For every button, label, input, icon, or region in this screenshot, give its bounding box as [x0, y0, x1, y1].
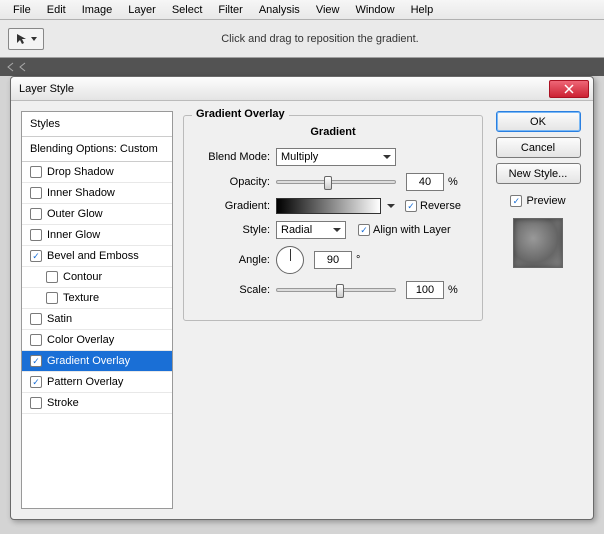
style-item-gradient-overlay[interactable]: ✓ Gradient Overlay — [22, 351, 172, 372]
style-item-drop-shadow[interactable]: Drop Shadow — [22, 162, 172, 183]
styles-header[interactable]: Styles — [22, 112, 172, 137]
scale-input[interactable]: 100 — [406, 281, 444, 299]
cancel-button[interactable]: Cancel — [496, 137, 581, 158]
document-tabstrip — [0, 58, 604, 76]
align-checkbox[interactable]: ✓Align with Layer — [358, 224, 451, 236]
style-item-label: Bevel and Emboss — [47, 250, 139, 262]
checkbox-icon[interactable]: ✓ — [30, 355, 42, 367]
style-item-contour[interactable]: Contour — [22, 267, 172, 288]
menu-help[interactable]: Help — [404, 2, 441, 18]
gradient-label: Gradient: — [198, 200, 276, 212]
checkbox-icon[interactable] — [30, 208, 42, 220]
style-item-label: Stroke — [47, 397, 79, 409]
style-item-label: Color Overlay — [47, 334, 114, 346]
menu-select[interactable]: Select — [165, 2, 210, 18]
gradient-picker[interactable] — [276, 198, 381, 214]
blend-mode-dropdown[interactable]: Multiply — [276, 148, 396, 166]
style-item-texture[interactable]: Texture — [22, 288, 172, 309]
angle-label: Angle: — [198, 254, 276, 266]
styles-list: Styles Blending Options: Custom Drop Sha… — [21, 111, 173, 509]
style-item-label: Texture — [63, 292, 99, 304]
opacity-slider[interactable] — [276, 180, 396, 184]
menu-image[interactable]: Image — [75, 2, 120, 18]
checkbox-icon[interactable] — [46, 271, 58, 283]
scale-slider[interactable] — [276, 288, 396, 292]
scale-label: Scale: — [198, 284, 276, 296]
checkbox-icon[interactable] — [30, 334, 42, 346]
style-item-label: Pattern Overlay — [47, 376, 123, 388]
checkbox-icon[interactable] — [30, 166, 42, 178]
blend-mode-label: Blend Mode: — [198, 151, 276, 163]
style-item-stroke[interactable]: Stroke — [22, 393, 172, 414]
style-item-inner-glow[interactable]: Inner Glow — [22, 225, 172, 246]
style-item-bevel-and-emboss[interactable]: ✓ Bevel and Emboss — [22, 246, 172, 267]
checkbox-icon[interactable] — [30, 313, 42, 325]
style-label: Style: — [198, 224, 276, 236]
reverse-checkbox[interactable]: ✓Reverse — [405, 200, 461, 212]
style-item-inner-shadow[interactable]: Inner Shadow — [22, 183, 172, 204]
angle-input[interactable]: 90 — [314, 251, 352, 269]
opacity-input[interactable]: 40 — [406, 173, 444, 191]
chevron-down-icon — [31, 36, 37, 42]
menu-file[interactable]: File — [6, 2, 38, 18]
menu-filter[interactable]: Filter — [211, 2, 249, 18]
layer-style-dialog: Layer Style Styles Blending Options: Cus… — [10, 76, 594, 520]
options-hint: Click and drag to reposition the gradien… — [44, 33, 596, 45]
move-tool-button[interactable] — [8, 28, 44, 50]
preview-swatch — [513, 218, 563, 268]
menu-view[interactable]: View — [309, 2, 347, 18]
checkbox-icon[interactable]: ✓ — [30, 250, 42, 262]
close-button[interactable] — [549, 80, 589, 98]
dialog-titlebar[interactable]: Layer Style — [11, 77, 593, 101]
group-title: Gradient Overlay — [192, 108, 289, 120]
angle-unit: ° — [352, 254, 360, 266]
blending-options[interactable]: Blending Options: Custom — [22, 137, 172, 162]
opacity-unit: % — [444, 176, 458, 188]
options-bar: Click and drag to reposition the gradien… — [0, 20, 604, 58]
settings-panel: Gradient Overlay Gradient Blend Mode: Mu… — [183, 111, 483, 509]
style-item-label: Drop Shadow — [47, 166, 114, 178]
checkbox-icon[interactable]: ✓ — [30, 376, 42, 388]
move-tool-icon — [15, 32, 29, 46]
checkbox-icon[interactable] — [30, 397, 42, 409]
style-item-label: Contour — [63, 271, 102, 283]
gradient-overlay-group: Gradient Overlay Gradient Blend Mode: Mu… — [183, 115, 483, 321]
style-item-label: Inner Shadow — [47, 187, 115, 199]
style-item-label: Outer Glow — [47, 208, 103, 220]
tab-scroll-left-icon[interactable] — [6, 62, 16, 72]
close-icon — [564, 84, 574, 94]
menu-layer[interactable]: Layer — [121, 2, 163, 18]
style-item-outer-glow[interactable]: Outer Glow — [22, 204, 172, 225]
menu-analysis[interactable]: Analysis — [252, 2, 307, 18]
angle-dial[interactable] — [276, 246, 304, 274]
opacity-label: Opacity: — [198, 176, 276, 188]
menu-edit[interactable]: Edit — [40, 2, 73, 18]
style-dropdown[interactable]: Radial — [276, 221, 346, 239]
scale-unit: % — [444, 284, 458, 296]
checkbox-icon[interactable] — [46, 292, 58, 304]
style-item-satin[interactable]: Satin — [22, 309, 172, 330]
tab-scroll-left2-icon[interactable] — [18, 62, 28, 72]
dialog-buttons: OK Cancel New Style... ✓Preview — [493, 111, 583, 509]
menu-window[interactable]: Window — [348, 2, 401, 18]
group-subtitle: Gradient — [198, 126, 468, 138]
new-style-button[interactable]: New Style... — [496, 163, 581, 184]
checkbox-icon[interactable] — [30, 187, 42, 199]
style-item-label: Satin — [47, 313, 72, 325]
ok-button[interactable]: OK — [496, 111, 581, 132]
checkbox-icon[interactable] — [30, 229, 42, 241]
dialog-title: Layer Style — [19, 83, 549, 95]
preview-checkbox[interactable]: ✓Preview — [510, 195, 565, 207]
style-item-color-overlay[interactable]: Color Overlay — [22, 330, 172, 351]
style-item-label: Inner Glow — [47, 229, 100, 241]
menubar: File Edit Image Layer Select Filter Anal… — [0, 0, 604, 20]
style-item-label: Gradient Overlay — [47, 355, 130, 367]
style-item-pattern-overlay[interactable]: ✓ Pattern Overlay — [22, 372, 172, 393]
